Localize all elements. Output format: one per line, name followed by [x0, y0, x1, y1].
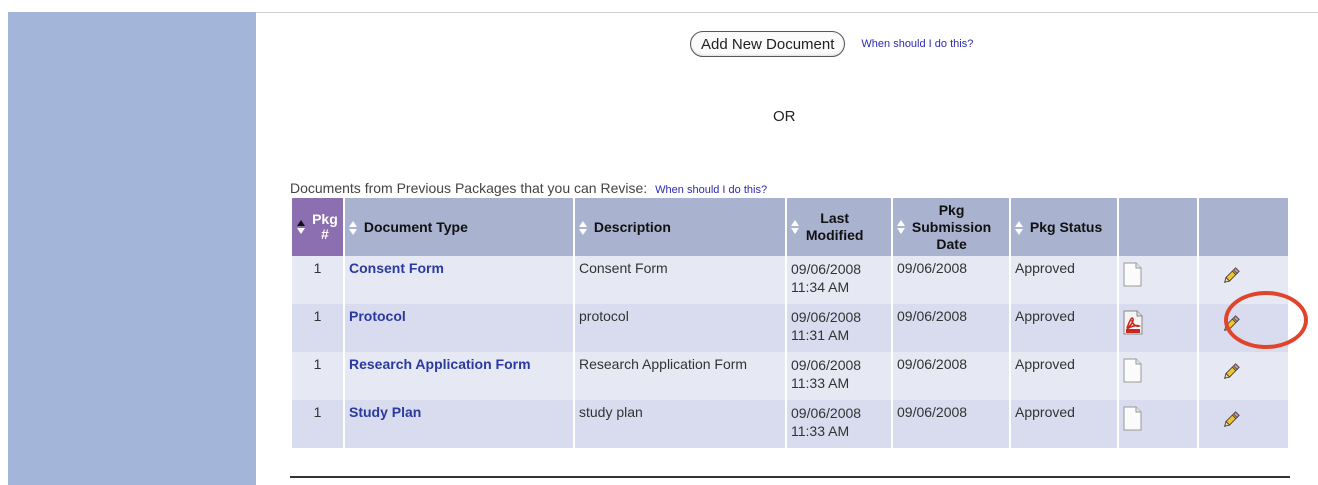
last-modified-date: 09/06/2008: [791, 309, 862, 325]
table-header-row: Pkg # Document Type Description Last Modif…: [292, 198, 1288, 256]
table-row: 1 Study Plan study plan 09/06/2008 11:33 AM 0…: [292, 400, 1288, 448]
sort-icon[interactable]: [349, 221, 358, 236]
sort-icon[interactable]: [897, 220, 906, 234]
previous-documents-table: Pkg # Document Type Description Last Modif…: [292, 198, 1288, 448]
column-header-pkg-submission-date[interactable]: Pkg Submission Date: [892, 198, 1011, 256]
pkg-submission-header-line3: Date: [936, 235, 967, 252]
submission-date-cell: 09/06/2008: [892, 352, 1011, 400]
last-modified-date: 09/06/2008: [791, 357, 862, 373]
last-modified-header-line2: Modified: [805, 227, 864, 243]
pkg-status-header-label: Pkg Status: [1029, 218, 1103, 235]
column-header-last-modified[interactable]: Last Modified: [786, 198, 893, 256]
document-type-link[interactable]: Study Plan: [349, 404, 421, 420]
previous-documents-heading: Documents from Previous Packages that yo…: [290, 180, 648, 196]
submission-date-cell: 09/06/2008: [892, 400, 1011, 448]
last-modified-time: 11:34 AM: [791, 279, 850, 295]
last-modified-cell: 09/06/2008 11:33 AM: [786, 400, 893, 448]
last-modified-cell: 09/06/2008 11:34 AM: [786, 256, 893, 304]
description-cell: Research Application Form: [574, 352, 787, 400]
edit-pencil-icon[interactable]: [1221, 266, 1241, 289]
previous-documents-help-link[interactable]: When should I do this?: [655, 184, 767, 196]
submission-date-cell: 09/06/2008: [892, 256, 1011, 304]
previous-documents-heading-row: Documents from Previous Packages that yo…: [290, 180, 767, 196]
sort-icon[interactable]: [791, 220, 800, 234]
table-row: 1 Research Application Form Research Appli…: [292, 352, 1288, 400]
column-header-pkg-status[interactable]: Pkg Status: [1010, 198, 1119, 256]
add-document-help-link[interactable]: When should I do this?: [861, 38, 973, 50]
sort-icon[interactable]: [1015, 221, 1024, 236]
pdf-icon[interactable]: [1123, 310, 1143, 335]
top-divider: [256, 12, 1318, 13]
last-modified-time: 11:33 AM: [791, 423, 850, 439]
pkg-number-cell: 1: [292, 352, 345, 400]
column-header-edit: [1198, 198, 1288, 256]
table-row: 1 Protocol protocol 09/06/2008 11:31 AM 09/06…: [292, 304, 1288, 352]
document-type-link[interactable]: Protocol: [349, 308, 406, 324]
pkg-status-cell: Approved: [1010, 352, 1119, 400]
add-new-document-button[interactable]: Add New Document: [690, 31, 846, 57]
document-icon[interactable]: [1123, 406, 1142, 431]
pkg-status-cell: Approved: [1010, 256, 1119, 304]
last-modified-cell: 09/06/2008 11:33 AM: [786, 352, 893, 400]
edit-pencil-icon[interactable]: [1221, 362, 1241, 385]
last-modified-cell: 09/06/2008 11:31 AM: [786, 304, 893, 352]
pkg-number-cell: 1: [292, 256, 345, 304]
document-type-link[interactable]: Research Application Form: [349, 356, 531, 372]
description-cell: protocol: [574, 304, 787, 352]
pkg-submission-header-line2: Submission: [911, 218, 992, 235]
last-modified-date: 09/06/2008: [791, 405, 862, 421]
document-type-link[interactable]: Consent Form: [349, 260, 444, 276]
sort-icon[interactable]: [579, 221, 588, 236]
bottom-divider: [290, 476, 1290, 478]
last-modified-header-line1: Last: [820, 210, 850, 226]
last-modified-time: 11:31 AM: [791, 327, 850, 343]
column-header-document-type[interactable]: Document Type: [344, 198, 575, 256]
edit-pencil-icon[interactable]: [1221, 314, 1241, 337]
column-header-description[interactable]: Description: [574, 198, 787, 256]
add-document-row: Add New Document When should I do this?: [690, 31, 973, 57]
document-icon[interactable]: [1123, 262, 1142, 287]
document-type-header-label: Document Type: [363, 218, 468, 235]
last-modified-time: 11:33 AM: [791, 375, 850, 391]
pkg-status-cell: Approved: [1010, 304, 1119, 352]
description-cell: study plan: [574, 400, 787, 448]
pkg-header-line2: #: [321, 226, 329, 242]
description-cell: Consent Form: [574, 256, 787, 304]
column-header-pkg-number[interactable]: Pkg #: [292, 198, 345, 256]
pkg-number-cell: 1: [292, 304, 345, 352]
description-header-label: Description: [593, 218, 671, 235]
edit-pencil-icon[interactable]: [1221, 410, 1241, 433]
pkg-submission-header-line1: Pkg: [938, 201, 965, 218]
or-separator: OR: [773, 108, 796, 125]
submission-date-cell: 09/06/2008: [892, 304, 1011, 352]
left-sidebar: [8, 12, 256, 485]
column-header-file: [1118, 198, 1199, 256]
pkg-number-cell: 1: [292, 400, 345, 448]
document-icon[interactable]: [1123, 358, 1142, 383]
pkg-status-cell: Approved: [1010, 400, 1119, 448]
pkg-header-line1: Pkg: [312, 211, 338, 227]
sort-ascending-icon[interactable]: [297, 220, 306, 234]
last-modified-date: 09/06/2008: [791, 261, 862, 277]
table-row: 1 Consent Form Consent Form 09/06/2008 11:34…: [292, 256, 1288, 304]
